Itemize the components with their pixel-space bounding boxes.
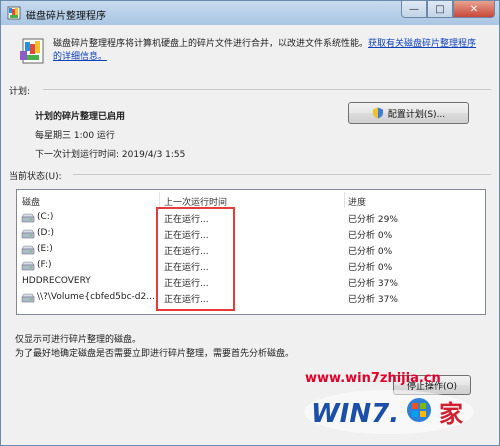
hard-drive-icon	[21, 245, 35, 255]
schedule-next-run: 下一次计划运行时间: 2019/4/3 1:55	[35, 150, 186, 160]
disk-name: \\?\Volume{cbfed5bc-d2...	[37, 292, 155, 302]
highlight-box	[156, 207, 235, 311]
close-button[interactable]: ✕	[453, 1, 495, 18]
svg-text:家: 家	[439, 400, 463, 428]
column-header-disk[interactable]: 磁盘	[22, 195, 40, 208]
disk-row[interactable]: (C:) 正在运行... 已分析 29%	[17, 210, 485, 226]
intro-text: 磁盘碎片整理程序将计算机硬盘上的碎片文件进行合并，以改进文件系统性能。	[53, 39, 369, 49]
configure-schedule-label: 配置计划(S)...	[387, 109, 446, 120]
hard-drive-icon	[21, 213, 35, 223]
disk-name: (D:)	[37, 228, 54, 238]
disk-name: (C:)	[37, 212, 54, 222]
schedule-status: 计划的碎片整理已启用	[35, 112, 126, 122]
schedule-frequency: 每星期三 1:00 运行	[35, 131, 115, 141]
svg-text:WIN7.: WIN7.	[311, 399, 399, 429]
disk-row[interactable]: \\?\Volume{cbfed5bc-d2... 正在运行... 已分析 37…	[17, 290, 485, 306]
progress: 已分析 37%	[348, 279, 398, 289]
defrag-app-icon	[7, 6, 21, 20]
disk-name: (F:)	[37, 260, 52, 270]
disk-row[interactable]: (D:) 正在运行... 已分析 0%	[17, 226, 485, 242]
status-divider	[73, 174, 491, 175]
minimize-button[interactable]: —	[401, 1, 427, 18]
watermark-logo: WIN7. 家	[304, 390, 474, 434]
column-separator	[159, 192, 160, 208]
disk-row[interactable]: (F:) 正在运行... 已分析 0%	[17, 258, 485, 274]
schedule-divider	[43, 89, 491, 90]
progress: 已分析 37%	[348, 295, 398, 305]
hard-drive-icon	[21, 261, 35, 271]
window-controls: — □ ✕	[401, 1, 495, 19]
disk-row[interactable]: (E:) 正在运行... 已分析 0%	[17, 242, 485, 258]
column-separator	[344, 192, 345, 208]
window-title: 磁盘碎片整理程序	[26, 11, 106, 22]
disk-row[interactable]: HDDRECOVERY 正在运行... 已分析 37%	[17, 274, 485, 290]
schedule-section-label: 计划:	[9, 87, 31, 97]
maximize-button[interactable]: □	[427, 1, 453, 18]
progress: 已分析 0%	[348, 247, 393, 257]
watermark-url: www.win7zhijia.cn	[305, 371, 441, 386]
configure-schedule-button[interactable]: 配置计划(S)...	[348, 102, 469, 124]
intro-description: 磁盘碎片整理程序将计算机硬盘上的碎片文件进行合并，以改进文件系统性能。获取有关磁…	[53, 38, 483, 64]
column-header-progress[interactable]: 进度	[348, 195, 366, 208]
progress: 已分析 29%	[348, 215, 398, 225]
progress: 已分析 0%	[348, 231, 393, 241]
defrag-icon	[20, 38, 44, 64]
note-analyze-first: 为了最好地确定磁盘是否需要立即进行碎片整理，需要首先分析磁盘。	[15, 349, 295, 359]
title-bar[interactable]: 磁盘碎片整理程序 — □ ✕	[1, 1, 499, 25]
defrag-window: 磁盘碎片整理程序 — □ ✕ 磁盘碎片整理程序将计算机硬盘上的碎片文件进行合并，…	[0, 0, 500, 446]
progress: 已分析 0%	[348, 263, 393, 273]
disk-name: (E:)	[37, 244, 53, 254]
disk-name: HDDRECOVERY	[22, 276, 91, 286]
current-status-label: 当前状态(U):	[9, 172, 62, 182]
hard-drive-icon	[21, 229, 35, 239]
disk-list[interactable]: 磁盘 上一次运行时间 进度 (C:) 正在运行... 已分析 29% (D:) …	[16, 189, 486, 315]
note-only-defraggable: 仅显示可进行碎片整理的磁盘。	[15, 335, 142, 345]
hard-drive-icon	[21, 293, 35, 303]
uac-shield-icon	[372, 107, 383, 119]
